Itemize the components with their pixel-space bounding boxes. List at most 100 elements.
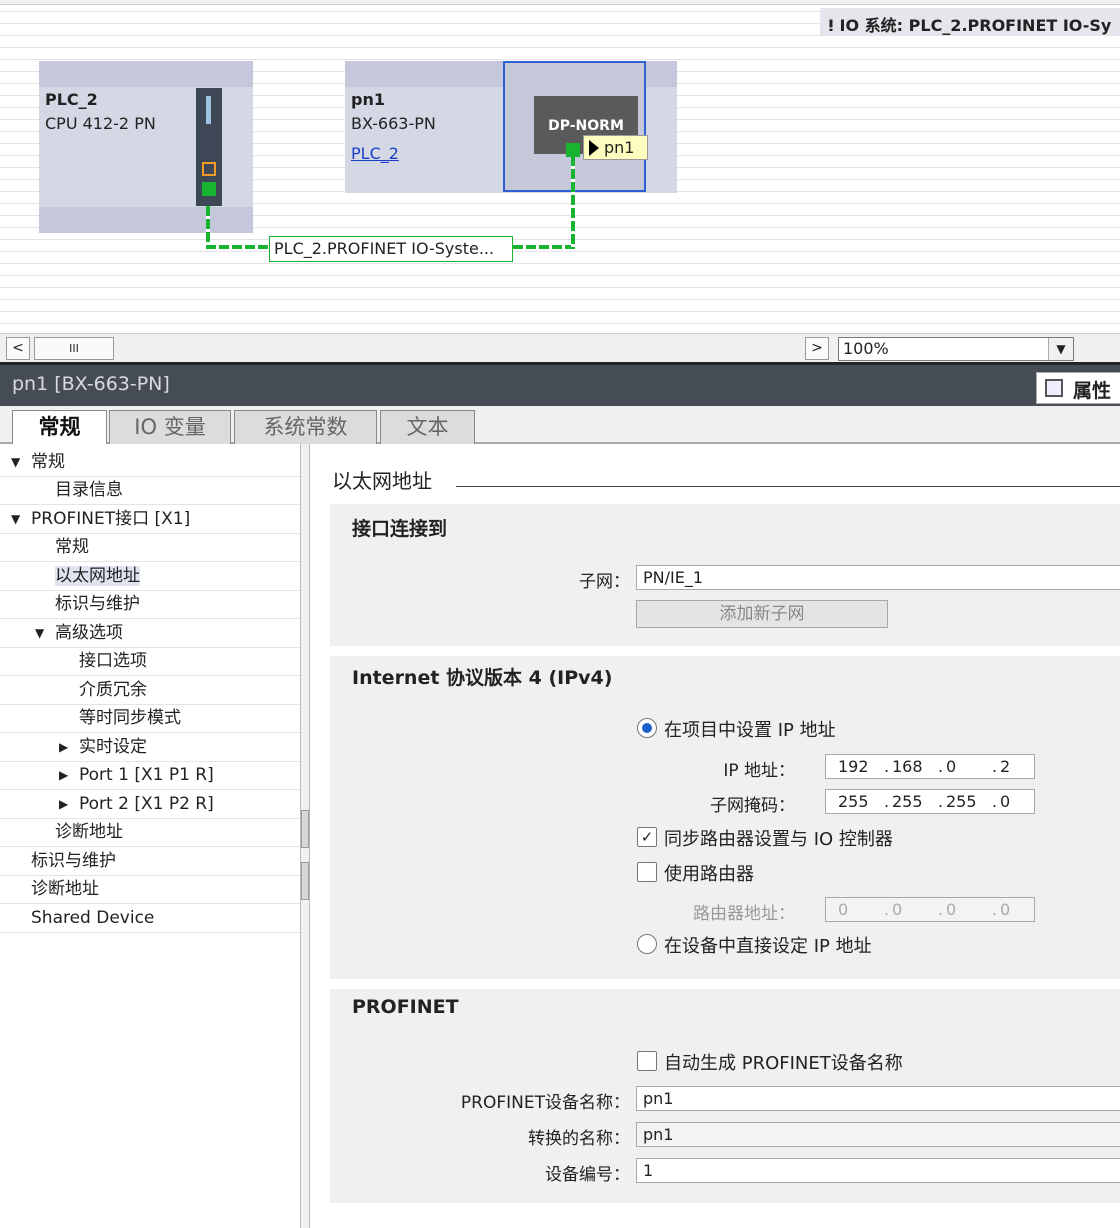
- zoom-value: 100%: [843, 339, 889, 358]
- device-number-field[interactable]: 1: [636, 1158, 1120, 1183]
- tree-item-identification[interactable]: 标识与维护: [55, 590, 140, 618]
- network-line[interactable]: [513, 245, 575, 249]
- use-router-checkbox[interactable]: [637, 862, 657, 882]
- section-title: 以太网地址: [332, 469, 432, 493]
- pn1-port-icon[interactable]: [566, 143, 580, 157]
- set-ip-on-device-label: 在设备中直接设定 IP 地址: [664, 936, 872, 957]
- properties-button[interactable]: 属性: [1036, 372, 1120, 404]
- tab-general[interactable]: 常规: [12, 410, 107, 446]
- tab-io-tags[interactable]: IO 变量: [109, 410, 231, 444]
- use-router-label: 使用路由器: [664, 864, 754, 885]
- tree-item-media-redundancy[interactable]: 介质冗余: [79, 676, 147, 704]
- tree-item-port1[interactable]: ▶ Port 1 [X1 P1 R]: [59, 761, 214, 789]
- panel-splitter[interactable]: [300, 444, 310, 1228]
- section-divider: [456, 486, 1120, 487]
- converted-name-field: pn1: [636, 1122, 1120, 1147]
- io-system-banner: ⵑ IO 系统: PLC_2.PROFINET IO-Sy: [820, 8, 1120, 36]
- set-ip-in-project-label: 在项目中设置 IP 地址: [664, 720, 836, 741]
- collapsed-arrow-icon[interactable]: ▶: [59, 733, 68, 761]
- tree-item-diag-address[interactable]: 诊断地址: [55, 818, 123, 846]
- cpu-led: [206, 96, 211, 124]
- network-line[interactable]: [206, 245, 269, 249]
- device-name-field[interactable]: pn1: [636, 1086, 1120, 1111]
- tree-item-isochronous-mode[interactable]: 等时同步模式: [79, 704, 181, 732]
- subnet-mask-label: 子网掩码：: [710, 796, 795, 816]
- auto-name-checkbox[interactable]: [637, 1051, 657, 1071]
- tree-item-advanced-options[interactable]: ▼ 高级选项: [35, 619, 123, 647]
- interface-heading: 接口连接到: [352, 518, 448, 540]
- expanded-arrow-icon[interactable]: ▼: [35, 619, 44, 647]
- tab-texts[interactable]: 文本: [380, 410, 475, 444]
- ip-address-input[interactable]: 192. 168. 0. 2: [825, 754, 1035, 779]
- add-subnet-button[interactable]: 添加新子网: [636, 600, 888, 628]
- set-ip-on-device-radio[interactable]: [637, 934, 657, 954]
- scroll-left-button[interactable]: <: [6, 337, 30, 360]
- properties-icon: [1045, 379, 1063, 397]
- expanded-arrow-icon[interactable]: ▼: [11, 505, 20, 533]
- tree-item-shared-device[interactable]: Shared Device: [31, 904, 154, 932]
- tree-item-ethernet-address[interactable]: 以太网地址: [55, 562, 140, 590]
- device-header-strip: [39, 61, 253, 87]
- scroll-thumb[interactable]: III: [34, 337, 114, 360]
- collapse-left-icon[interactable]: [301, 810, 309, 848]
- network-view[interactable]: ⵑ IO 系统: PLC_2.PROFINET IO-Sy PLC_2 CPU …: [0, 0, 1120, 362]
- tree-item-interface-general[interactable]: 常规: [55, 533, 89, 561]
- zoom-select[interactable]: 100%: [838, 337, 1074, 361]
- port-tooltip: pn1: [583, 135, 648, 160]
- router-address-label: 路由器地址：: [693, 904, 795, 924]
- device-name: pn1: [351, 90, 385, 109]
- router-address-input: 0. 0. 0. 0: [825, 897, 1035, 922]
- horizontal-scrollbar[interactable]: < III > 100% ▼: [0, 333, 1120, 362]
- chevron-down-icon[interactable]: ▼: [1048, 338, 1073, 360]
- pin-icon[interactable]: ⵑ: [828, 16, 834, 35]
- io-controller-link[interactable]: PLC_2: [351, 144, 399, 163]
- navigation-tree: ▼ 常规 目录信息 ▼ PROFINET接口 [X1] 常规 以太网地址 标识与维护…: [0, 444, 300, 1228]
- tree-item-port2[interactable]: ▶ Port 2 [X1 P2 R]: [59, 790, 214, 818]
- tree-item-interface-options[interactable]: 接口选项: [79, 647, 147, 675]
- expanded-arrow-icon[interactable]: ▼: [11, 448, 20, 476]
- converted-name-label: 转换的名称：: [528, 1129, 630, 1149]
- subnet-field-label: 子网：: [579, 572, 630, 592]
- tree-item-identification-root[interactable]: 标识与维护: [31, 847, 116, 875]
- inspector-title: pn1 [BX-663-PN]: [12, 373, 170, 395]
- ip-address-label: IP 地址：: [723, 761, 795, 781]
- device-name-label: PROFINET设备名称：: [460, 1093, 630, 1113]
- subnet-mask-input[interactable]: 255. 255. 255. 0: [825, 789, 1035, 814]
- tree-item-catalog-info[interactable]: 目录信息: [55, 476, 123, 504]
- device-number-label: 设备编号：: [545, 1165, 630, 1185]
- sync-router-checkbox[interactable]: ✓: [637, 827, 657, 847]
- device-footer-strip: [39, 207, 253, 233]
- collapse-right-icon[interactable]: [301, 862, 309, 900]
- profinet-panel: PROFINET 自动生成 PROFINET设备名称 PROFINET设备名称：…: [330, 989, 1120, 1203]
- device-type: BX-663-PN: [351, 114, 436, 133]
- scroll-right-button[interactable]: >: [805, 337, 829, 360]
- device-type: CPU 412-2 PN: [45, 114, 156, 133]
- inspector-header: pn1 [BX-663-PN] 属性: [0, 362, 1120, 406]
- ipv4-heading: Internet 协议版本 4 (IPv4): [352, 667, 613, 689]
- inspector-tabs: 常规 IO 变量 系统常数 文本: [0, 406, 1120, 446]
- set-ip-in-project-radio[interactable]: [637, 718, 657, 738]
- plc-port-icon[interactable]: [202, 182, 216, 196]
- properties-label: 属性: [1073, 380, 1112, 402]
- sync-router-label: 同步路由器设置与 IO 控制器: [664, 829, 893, 850]
- collapsed-arrow-icon[interactable]: ▶: [59, 761, 68, 789]
- collapsed-arrow-icon[interactable]: ▶: [59, 790, 68, 818]
- profinet-heading: PROFINET: [352, 996, 459, 1018]
- properties-content: 以太网地址 接口连接到 子网： PN/IE_1 添加新子网 Internet 协…: [310, 444, 1120, 1228]
- tree-item-profinet-interface[interactable]: ▼ PROFINET接口 [X1]: [11, 505, 190, 533]
- tab-system-constants[interactable]: 系统常数: [234, 410, 377, 444]
- tree-item-general[interactable]: ▼ 常规: [11, 448, 65, 476]
- tree-item-realtime-settings[interactable]: ▶ 实时设定: [59, 733, 147, 761]
- cpu-status-icon: [202, 162, 216, 176]
- tree-item-diag-address-root[interactable]: 诊断地址: [31, 875, 99, 903]
- top-toolbar-edge: [0, 0, 1120, 5]
- network-line[interactable]: [571, 156, 575, 248]
- cpu-module-icon[interactable]: [196, 88, 222, 206]
- device-name: PLC_2: [45, 90, 98, 109]
- subnet-label[interactable]: PLC_2.PROFINET IO-Syste...: [269, 236, 513, 262]
- auto-name-label: 自动生成 PROFINET设备名称: [664, 1053, 903, 1074]
- io-system-text: IO 系统: PLC_2.PROFINET IO-Sy: [839, 16, 1112, 35]
- subnet-field[interactable]: PN/IE_1: [636, 565, 1120, 590]
- network-line[interactable]: [206, 206, 210, 248]
- interface-panel: 接口连接到 子网： PN/IE_1 添加新子网: [330, 504, 1120, 646]
